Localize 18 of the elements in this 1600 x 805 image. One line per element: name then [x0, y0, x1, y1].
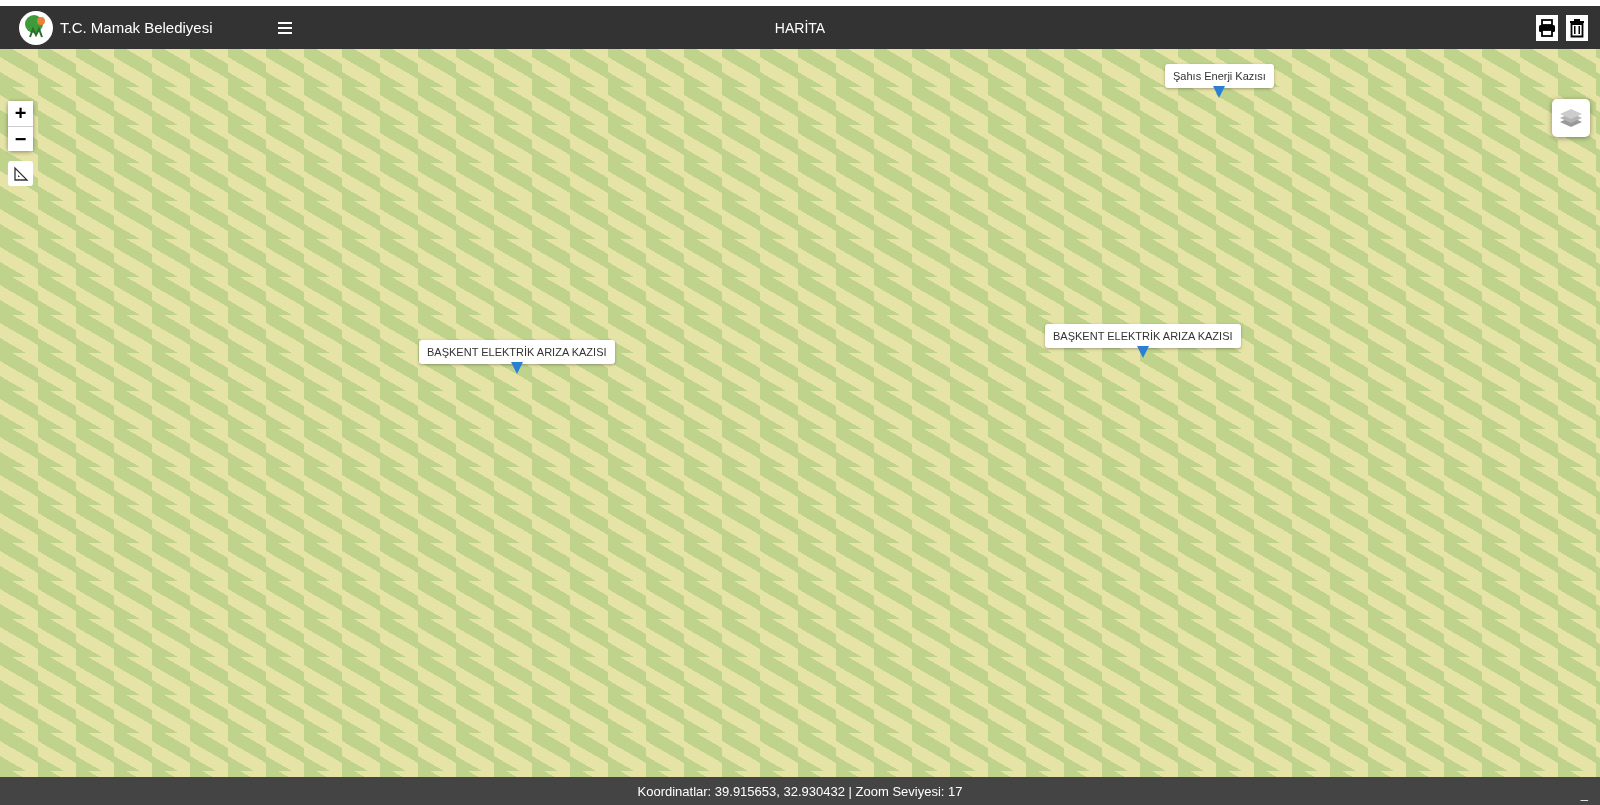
trash-icon[interactable]: [1566, 14, 1588, 41]
map-pin-icon[interactable]: [1135, 345, 1150, 359]
marker-popup[interactable]: BAŞKENT ELEKTRİK ARIZA KAZISI: [1045, 324, 1241, 348]
minimize-button[interactable]: _: [1580, 786, 1588, 801]
site-title: T.C. Mamak Belediyesi: [60, 19, 214, 36]
zoom-in-button[interactable]: +: [8, 101, 33, 126]
layers-icon[interactable]: [1552, 99, 1590, 137]
map-pin-icon[interactable]: [1212, 85, 1227, 99]
coordinates-text: Koordinatlar: 39.915653, 32.930432 | Zoom Seviyesi: 17: [637, 783, 963, 799]
zoom-out-button[interactable]: −: [8, 126, 33, 151]
marker-popup[interactable]: Şahıs Enerji Kazısı: [1165, 64, 1274, 88]
menu-icon[interactable]: [278, 21, 292, 34]
marker-popup[interactable]: BAŞKENT ELEKTRİK ARIZA KAZISI: [419, 340, 615, 364]
ruler-icon[interactable]: [8, 161, 33, 186]
map-pin-icon[interactable]: [509, 361, 524, 375]
print-icon[interactable]: [1536, 14, 1558, 41]
logo-icon: [18, 9, 54, 46]
page-title: HARİTA: [774, 19, 826, 36]
